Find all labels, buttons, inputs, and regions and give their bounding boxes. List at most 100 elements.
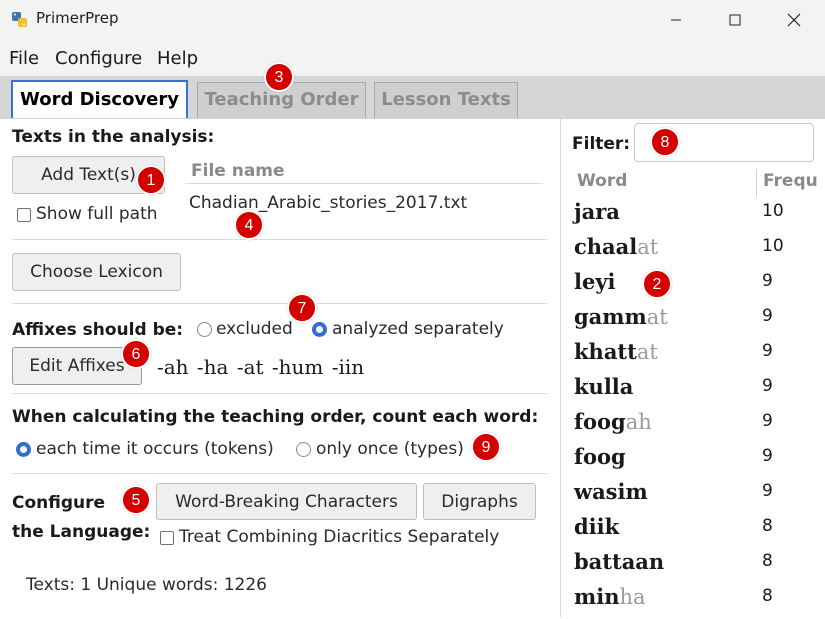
frequency-cell: 8 bbox=[762, 586, 773, 606]
count-tokens-radio[interactable] bbox=[16, 442, 31, 457]
word-stem: jara bbox=[574, 199, 620, 224]
counting-heading: When calculating the teaching order, cou… bbox=[12, 407, 539, 427]
menu-configure[interactable]: Configure bbox=[55, 48, 142, 69]
word-row[interactable]: battaan 8 bbox=[574, 549, 824, 584]
section-divider bbox=[12, 473, 547, 474]
affixes-label: Affixes should be: bbox=[12, 320, 184, 340]
tab-strip: Word Discovery Teaching Order Lesson Tex… bbox=[0, 76, 825, 120]
annotation-badge: 1 bbox=[136, 165, 166, 195]
file-list-item[interactable]: Chadian_Arabic_stories_2017.txt bbox=[189, 193, 467, 213]
count-types-label: only once (types) bbox=[316, 439, 464, 459]
maximize-icon bbox=[729, 14, 741, 26]
menu-file[interactable]: File bbox=[9, 48, 39, 69]
word-cell: kulla bbox=[574, 374, 633, 399]
annotation-badge: 8 bbox=[650, 127, 680, 157]
python-app-icon bbox=[12, 12, 27, 27]
frequency-cell: 10 bbox=[762, 236, 784, 256]
annotation-badge: 3 bbox=[264, 62, 294, 92]
maximize-button[interactable] bbox=[712, 0, 758, 40]
word-row[interactable]: foogah 9 bbox=[574, 409, 824, 444]
word-row[interactable]: minha 8 bbox=[574, 584, 824, 619]
word-breaking-characters-button[interactable]: Word-Breaking Characters bbox=[156, 483, 417, 520]
count-tokens-label: each time it occurs (tokens) bbox=[36, 439, 274, 459]
word-stem: kulla bbox=[574, 374, 634, 399]
word-row[interactable]: wasim 9 bbox=[574, 479, 824, 514]
annotation-badge: 2 bbox=[642, 269, 672, 299]
app-window: PrimerPrep File Configure Help Word Disc… bbox=[0, 0, 825, 619]
word-stem: leyi bbox=[574, 269, 616, 294]
settings-pane: Texts in the analysis: Add Text(s) Show … bbox=[0, 119, 558, 617]
word-row[interactable]: foog 9 bbox=[574, 444, 824, 479]
combining-diacritics-checkbox[interactable] bbox=[160, 531, 174, 545]
word-stem: wasim bbox=[574, 479, 648, 504]
word-cell: chaalat bbox=[574, 234, 658, 259]
word-cell: foogah bbox=[574, 409, 652, 434]
file-header-divider bbox=[185, 183, 543, 184]
frequency-cell: 9 bbox=[762, 341, 773, 361]
word-row[interactable]: gammat 9 bbox=[574, 304, 824, 339]
word-row[interactable]: jara 10 bbox=[574, 199, 824, 234]
frequency-cell: 8 bbox=[762, 516, 773, 536]
word-cell: jara bbox=[574, 199, 620, 224]
minimize-button[interactable] bbox=[653, 0, 699, 40]
show-full-path-label: Show full path bbox=[36, 204, 158, 224]
annotation-badge: 5 bbox=[121, 485, 151, 515]
choose-lexicon-button[interactable]: Choose Lexicon bbox=[12, 253, 181, 291]
frequency-column-header[interactable]: Frequ bbox=[763, 171, 818, 199]
count-types-radio[interactable] bbox=[296, 442, 311, 457]
texts-heading: Texts in the analysis: bbox=[12, 127, 215, 147]
word-stem: chaal bbox=[574, 234, 638, 259]
word-stem: min bbox=[574, 584, 620, 609]
word-cell: wasim bbox=[574, 479, 648, 504]
annotation-badge: 9 bbox=[471, 432, 501, 462]
section-divider bbox=[12, 239, 547, 240]
tab-word-discovery[interactable]: Word Discovery bbox=[11, 80, 188, 120]
word-cell: khattat bbox=[574, 339, 658, 364]
menu-help[interactable]: Help bbox=[157, 48, 198, 69]
word-column-header[interactable]: Word bbox=[577, 171, 627, 199]
frequency-cell: 10 bbox=[762, 201, 784, 221]
frequency-cell: 9 bbox=[762, 446, 773, 466]
combining-diacritics-label: Treat Combining Diacritics Separately bbox=[179, 527, 500, 547]
filter-label: Filter: bbox=[572, 134, 631, 154]
word-cell: leyi bbox=[574, 269, 616, 294]
affix-excluded-radio[interactable] bbox=[197, 322, 212, 337]
word-cell: battaan bbox=[574, 549, 664, 574]
frequency-cell: 8 bbox=[762, 551, 773, 571]
annotation-badge: 4 bbox=[234, 210, 264, 240]
section-divider bbox=[12, 393, 547, 394]
column-divider[interactable] bbox=[756, 169, 757, 197]
word-row[interactable]: diik 8 bbox=[574, 514, 824, 549]
word-stem: foog bbox=[574, 409, 626, 434]
status-text: Texts: 1 Unique words: 1226 bbox=[26, 575, 267, 595]
affix-list: -ah -ha -at -hum -iin bbox=[157, 355, 365, 379]
word-stem: khatt bbox=[574, 339, 637, 364]
frequency-cell: 9 bbox=[762, 376, 773, 396]
close-button[interactable] bbox=[771, 0, 817, 40]
show-full-path-checkbox[interactable] bbox=[17, 208, 31, 222]
window-title: PrimerPrep bbox=[36, 9, 119, 27]
affix-analyzed-radio[interactable] bbox=[312, 322, 327, 337]
word-suffix: at bbox=[637, 235, 659, 259]
word-row[interactable]: leyi 9 bbox=[574, 269, 824, 304]
menu-bar: File Configure Help bbox=[0, 40, 825, 76]
tab-lesson-texts[interactable]: Lesson Texts bbox=[374, 82, 518, 118]
word-cell: foog bbox=[574, 444, 626, 469]
word-suffix: ha bbox=[619, 585, 646, 609]
word-stem: gamm bbox=[574, 304, 647, 329]
configure-language-label-line1: Configure bbox=[12, 493, 106, 513]
configure-language-label-line2: the Language: bbox=[12, 522, 151, 542]
annotation-badge: 7 bbox=[287, 293, 317, 323]
minimize-icon bbox=[671, 19, 681, 21]
word-stem: battaan bbox=[574, 549, 665, 574]
frequency-cell: 9 bbox=[762, 271, 773, 291]
word-cell: minha bbox=[574, 584, 646, 609]
word-row[interactable]: khattat 9 bbox=[574, 339, 824, 374]
word-row[interactable]: kulla 9 bbox=[574, 374, 824, 409]
word-row[interactable]: chaalat 10 bbox=[574, 234, 824, 269]
word-suffix: at bbox=[646, 305, 668, 329]
frequency-cell: 9 bbox=[762, 481, 773, 501]
digraphs-button[interactable]: Digraphs bbox=[423, 483, 536, 520]
affix-analyzed-label: analyzed separately bbox=[332, 319, 504, 339]
word-stem: foog bbox=[574, 444, 626, 469]
